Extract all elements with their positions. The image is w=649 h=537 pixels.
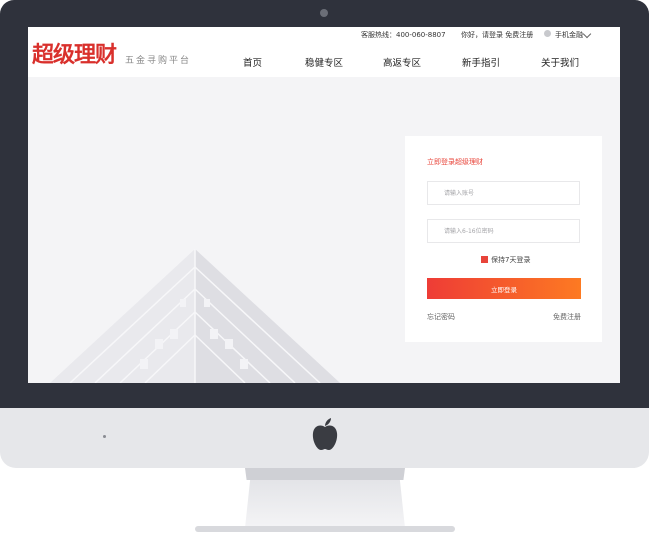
mobile-finance-link[interactable]: 手机金融: [555, 30, 583, 40]
site-slogan: 五金寻购平台: [125, 56, 192, 66]
nav-item-high-return[interactable]: 高返专区: [383, 57, 421, 71]
remember-label: 保持7天登录: [491, 256, 531, 264]
stand-joint: [245, 468, 405, 480]
camera-icon: [320, 9, 328, 17]
account-input[interactable]: [427, 181, 580, 205]
nav-item-about[interactable]: 关于我们: [541, 57, 579, 71]
nav-item-home[interactable]: 首页: [243, 57, 262, 71]
greeting-links[interactable]: 你好，请登录 免费注册: [461, 30, 533, 40]
forgot-password-link[interactable]: 忘记密码: [427, 313, 455, 322]
stand-base: [195, 526, 455, 532]
login-panel: 立即登录超级理财 保持7天登录 立即登录 忘记密码 免费注册: [405, 136, 602, 342]
nav-item-guide[interactable]: 新手指引: [462, 57, 500, 71]
site-logo[interactable]: 超级理财: [32, 41, 117, 69]
phone-icon: [544, 30, 551, 37]
login-button[interactable]: 立即登录: [427, 278, 581, 299]
sensor-dot: [103, 435, 106, 438]
building-illustration: [50, 249, 340, 383]
site-header: 超级理财 五金寻购平台 客服热线：400-060-8807 你好，请登录 免费注…: [28, 27, 620, 77]
password-input[interactable]: [427, 219, 580, 243]
screen: 超级理财 五金寻购平台 客服热线：400-060-8807 你好，请登录 免费注…: [28, 27, 620, 383]
register-link[interactable]: 免费注册: [553, 313, 581, 322]
hotline-text: 客服热线：400-060-8807: [361, 31, 446, 39]
apple-logo-icon: [312, 418, 338, 450]
login-title: 立即登录超级理财: [427, 158, 483, 166]
chevron-down-icon[interactable]: [582, 29, 592, 39]
nav-item-steady[interactable]: 稳健专区: [305, 57, 343, 71]
checkbox-icon[interactable]: [481, 256, 488, 263]
